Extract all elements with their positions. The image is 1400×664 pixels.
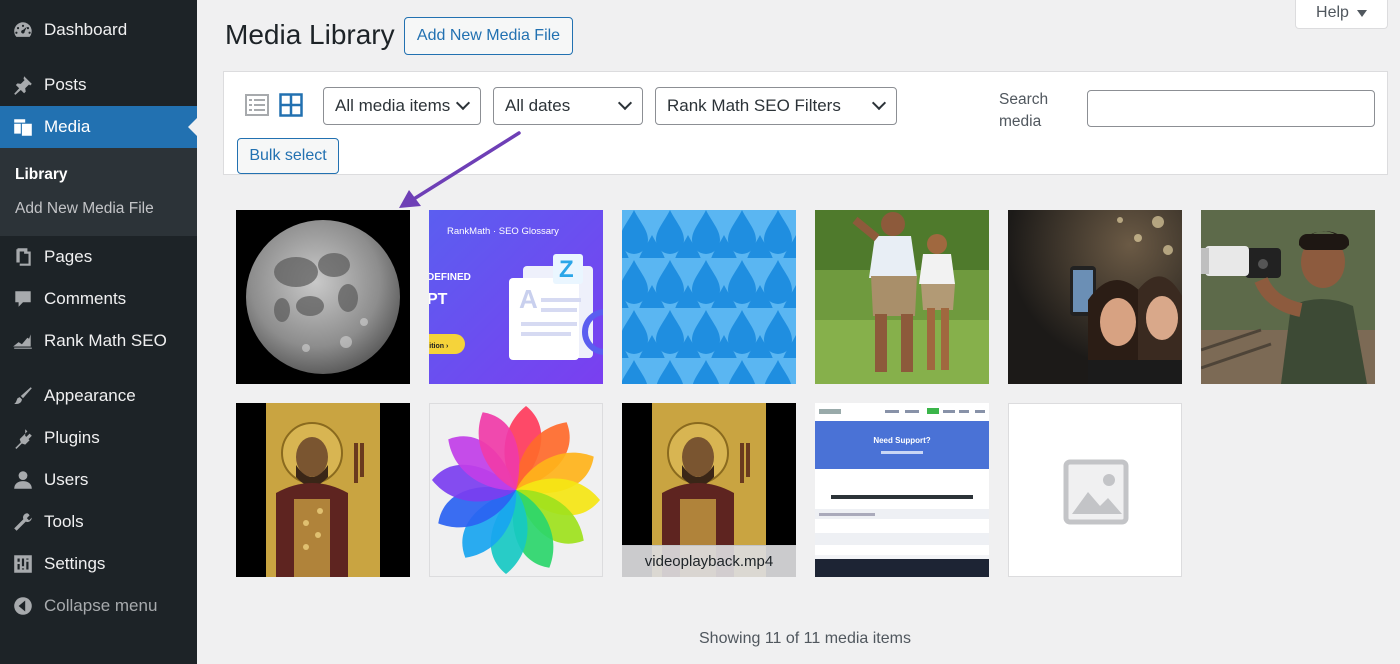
media-item-color-wheel[interactable] [429,403,603,577]
sidebar-item-media[interactable]: Media [0,106,197,148]
user-icon [11,468,35,492]
photographer-thumbnail [1201,210,1375,384]
list-view-icon[interactable] [245,93,269,117]
collapse-menu-label: Collapse menu [44,596,158,615]
add-new-media-file-button[interactable]: Add New Media File [404,17,573,55]
wrench-icon [11,510,35,534]
comment-icon [11,287,35,311]
seo-glossary-caption: RankMath · SEO Glossary [447,226,559,237]
sidebar-item-label: Rank Math SEO [44,331,167,350]
seo-filter-value: Rank Math SEO Filters [667,96,841,115]
date-filter[interactable]: All dates [493,87,643,125]
water-drops-thumbnail [622,210,796,384]
media-item-moon[interactable] [236,210,410,384]
rank-math-seo-filter[interactable]: Rank Math SEO Filters [655,87,897,125]
media-item-selfie-friends[interactable] [1008,210,1182,384]
media-count-text: Showing 11 of 11 media items [699,630,911,647]
moon-thumbnail [236,210,410,384]
caret-down-icon [1356,9,1367,17]
sidebar-item-comments[interactable]: Comments [0,279,197,319]
grandfather-boy-thumbnail [815,210,989,384]
sidebar-item-posts[interactable]: Posts [0,65,197,105]
sidebar-item-label: Pages [44,247,93,266]
support-heading: Need Support? [873,436,930,445]
media-item-photographer[interactable] [1201,210,1375,384]
bulk-select-button[interactable]: Bulk select [237,138,339,174]
sidebar-item-appearance[interactable]: Appearance [0,376,197,416]
image-placeholder-icon [1063,459,1129,525]
media-item-grandfather-and-boy[interactable] [815,210,989,384]
admin-sidebar: Dashboard Posts Media Library Add New Me… [0,0,197,664]
plugin-icon [11,426,35,450]
search-media-label: Search media [999,91,1049,130]
submenu-item-library[interactable]: Library [15,166,68,184]
media-icon [11,115,35,139]
sidebar-item-pages[interactable]: Pages [0,237,197,277]
grid-view-icon[interactable] [279,93,303,117]
search-media-input[interactable] [1087,90,1375,127]
media-item-video[interactable]: videoplayback.mp4 [622,403,796,577]
seo-glossary-thumbnail: RankMath · SEO Glossary DEFINED PT nitio… [429,210,603,384]
page-title: Media Library [225,19,395,50]
sidebar-item-label: Tools [44,512,84,531]
help-button[interactable]: Help [1295,0,1388,29]
media-item-support-form[interactable]: Need Support? [815,403,989,577]
help-label: Help [1316,4,1349,21]
sidebar-item-settings[interactable]: Settings [0,544,197,584]
sidebar-item-label: Posts [44,75,87,94]
chevron-down-icon [617,95,633,111]
media-type-filter-value: All media items [335,96,451,115]
pages-icon [11,245,35,269]
collapse-icon [11,594,35,618]
pin-icon [11,73,35,97]
annotation-arrow-icon [399,131,521,208]
date-filter-value: All dates [505,96,571,115]
color-wheel-thumbnail [432,406,600,574]
sidebar-item-label: Dashboard [44,20,128,39]
icon-painting-thumbnail [236,403,410,577]
sidebar-item-label: Appearance [44,386,136,405]
sidebar-item-label: Users [44,470,89,489]
media-submenu: Library Add New Media File [0,148,197,236]
rank-math-icon [11,329,35,353]
chevron-down-icon [871,95,887,111]
media-item-placeholder[interactable] [1008,403,1182,577]
brush-icon [11,384,35,408]
collapse-menu-button[interactable]: Collapse menu [0,586,197,626]
sidebar-item-tools[interactable]: Tools [0,502,197,542]
chevron-down-icon [455,95,471,111]
support-form-thumbnail: Need Support? [815,403,989,577]
media-item-water-drops[interactable] [622,210,796,384]
svg-text:PT: PT [429,291,448,308]
sidebar-item-label: Plugins [44,428,100,447]
media-item-icon-painting[interactable] [236,403,410,577]
sidebar-item-users[interactable]: Users [0,460,197,500]
settings-icon [11,552,35,576]
sidebar-item-label: Media [44,117,91,136]
sidebar-item-plugins[interactable]: Plugins [0,418,197,458]
selfie-friends-thumbnail [1008,210,1182,384]
sidebar-item-label: Comments [44,289,127,308]
dashboard-icon [11,18,35,42]
sidebar-item-rank-math-seo[interactable]: Rank Math SEO [0,321,197,361]
sidebar-item-dashboard[interactable]: Dashboard [0,10,197,50]
submenu-item-add-new-media-file[interactable]: Add New Media File [15,200,154,218]
svg-text:DEFINED: DEFINED [429,272,471,283]
svg-text:Z: Z [559,256,574,283]
media-type-filter[interactable]: All media items [323,87,481,125]
video-filename: videoplayback.mp4 [622,545,796,577]
svg-text:nition ›: nition › [429,343,449,350]
svg-text:A: A [519,284,538,314]
sidebar-item-label: Settings [44,554,106,573]
media-item-rankmath-seo-glossary[interactable]: RankMath · SEO Glossary DEFINED PT nitio… [429,210,603,384]
